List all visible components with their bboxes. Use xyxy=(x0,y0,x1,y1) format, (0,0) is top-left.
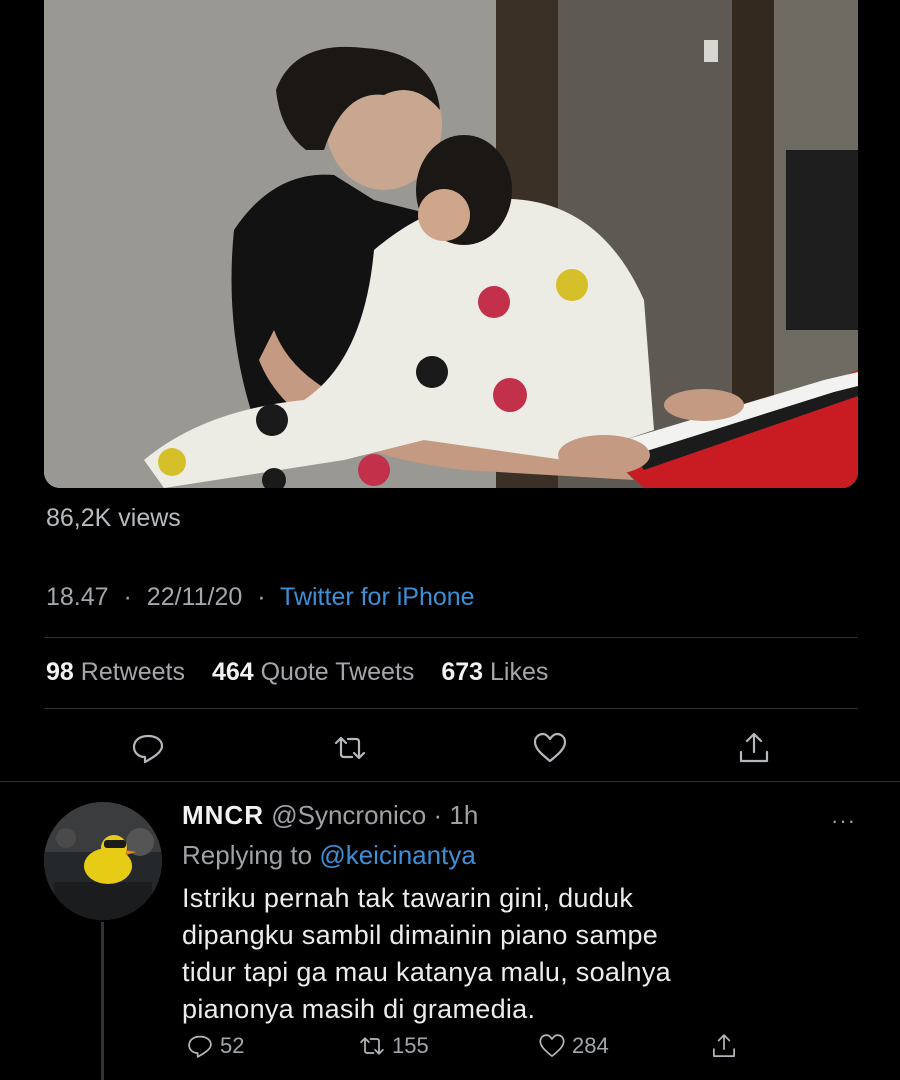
reply-text: Istriku pernah tak tawarin gini, duduk d… xyxy=(182,880,842,1028)
mention-link[interactable]: @keicinantya xyxy=(319,840,475,870)
tweet-timestamp-row: 18.47 · 22/11/20 · Twitter for iPhone xyxy=(46,583,475,612)
tweet-date: 22/11/20 xyxy=(146,583,243,611)
share-icon[interactable] xyxy=(736,730,772,766)
like-icon xyxy=(539,1034,565,1057)
reply-icon xyxy=(188,1035,212,1058)
more-options-icon[interactable]: ··· xyxy=(831,808,856,834)
retweet-icon[interactable] xyxy=(332,730,368,766)
retweet-count: 155 xyxy=(392,1033,429,1058)
reply-author-name[interactable]: MNCR xyxy=(182,800,264,830)
reply-time: 1h xyxy=(449,800,479,830)
media-photo xyxy=(44,0,858,488)
divider xyxy=(44,708,858,709)
like-count: 284 xyxy=(572,1033,609,1058)
reply-like-button[interactable]: 284 xyxy=(538,1032,609,1060)
avatar[interactable] xyxy=(44,802,162,920)
view-count: 86,2K views xyxy=(46,504,181,532)
reply-text-line: Istriku pernah tak tawarin gini, duduk xyxy=(182,883,634,913)
tweet-media-image[interactable] xyxy=(44,0,858,488)
reply-text-line: pianonya masih di gramedia. xyxy=(182,994,536,1024)
reply-tweet[interactable]: MNCR @Syncronico · 1h ··· Replying to @k… xyxy=(0,782,900,1080)
tweet-stats-row: 98 Retweets 464 Quote Tweets 673 Likes xyxy=(46,658,568,687)
separator-dot: · xyxy=(433,800,443,830)
like-icon[interactable] xyxy=(532,730,568,766)
tweet-time: 18.47 xyxy=(46,583,109,611)
quote-tweets-stat[interactable]: 464 Quote Tweets xyxy=(212,658,414,686)
reply-retweet-button[interactable]: 155 xyxy=(358,1032,429,1060)
reply-count: 52 xyxy=(220,1033,245,1058)
reply-icon[interactable] xyxy=(130,730,166,766)
replying-prefix: Replying to xyxy=(182,840,313,870)
retweets-stat[interactable]: 98 Retweets xyxy=(46,658,185,686)
reply-header: MNCR @Syncronico · 1h xyxy=(182,800,478,831)
replying-to-line: Replying to @keicinantya xyxy=(182,840,476,871)
reply-text-line: dipangku sambil dimainin piano sampe xyxy=(182,920,659,950)
thread-line xyxy=(101,922,104,1080)
reply-share-button[interactable] xyxy=(710,1032,744,1060)
likes-stat[interactable]: 673 Likes xyxy=(441,658,548,686)
share-icon xyxy=(713,1034,735,1057)
tweet-action-bar xyxy=(44,722,858,772)
reply-reply-button[interactable]: 52 xyxy=(186,1032,244,1060)
reply-text-line: tidur tapi ga mau katanya malu, soalnya xyxy=(182,957,671,987)
tweet-source-link[interactable]: Twitter for iPhone xyxy=(280,583,475,611)
reply-action-bar: 52 155 284 xyxy=(182,1032,762,1066)
reply-author-handle[interactable]: @Syncronico xyxy=(271,800,426,830)
separator-dot: · xyxy=(257,583,266,611)
retweet-icon xyxy=(360,1037,384,1055)
divider xyxy=(44,637,858,638)
separator-dot: · xyxy=(123,583,132,611)
